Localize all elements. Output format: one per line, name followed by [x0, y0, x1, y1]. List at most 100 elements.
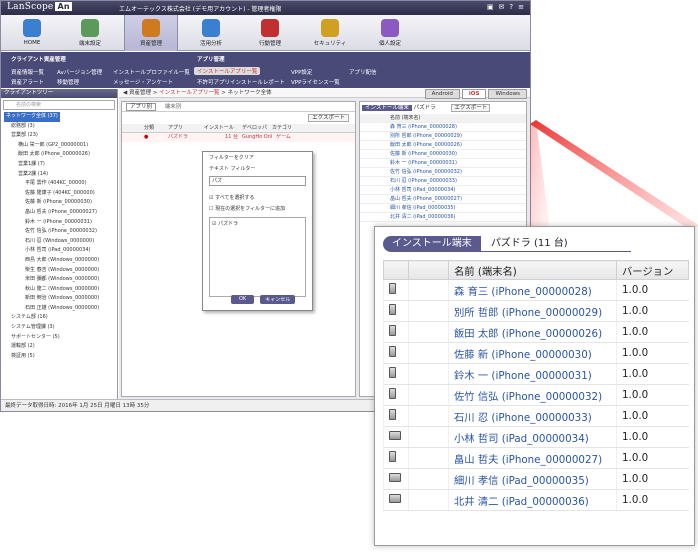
tree-node[interactable]: 営業2課 (14) — [4, 170, 117, 180]
tree-node[interactable]: 柴生 春吉 (Windows_0000000) — [4, 266, 117, 276]
device-name[interactable]: 小林 哲司 (iPad_00000034) — [448, 426, 617, 448]
menu-item[interactable]: 不許可アプリインストールレポート — [197, 78, 285, 86]
menu-item[interactable]: インストールプロファイル一覧 — [113, 68, 190, 76]
list-item[interactable]: 森 育三 (iPhone_00000028) — [360, 123, 526, 132]
table-row[interactable]: 別所 哲郎 (iPhone_00000029) 1.0.0 — [383, 300, 689, 322]
list-item[interactable]: 佐竹 信弘 (iPhone_00000032) — [360, 168, 526, 177]
list-item[interactable]: 畠山 哲夫 (iPhone_00000027) — [360, 195, 526, 204]
tree-node[interactable]: 石田 正雄 (Windows_0000000) — [4, 304, 117, 314]
device-name[interactable]: 別所 哲郎 (iPhone_00000029) — [448, 300, 617, 322]
table-row[interactable]: 佐藤 新 (iPhone_00000030) 1.0.0 — [383, 342, 689, 364]
device-name[interactable]: 佐竹 信弘 (iPhone_00000032) — [448, 384, 617, 406]
device-name[interactable]: 森 育三 (iPhone_00000028) — [448, 279, 617, 301]
menu-item[interactable]: 資産アラート — [11, 78, 44, 86]
tree-node[interactable]: ネットワーク全体 (37) — [4, 112, 117, 122]
menu-icon[interactable]: ≡ — [518, 3, 524, 11]
tree-node[interactable]: 石川 忍 (Windows_0000000) — [4, 237, 117, 247]
list-item[interactable]: 鈴木 一 (iPhone_00000031) — [360, 159, 526, 168]
cart-icon[interactable]: ▣ — [487, 3, 494, 11]
tree-node[interactable]: 平尾 雲作 (404KC_00000) — [4, 179, 117, 189]
add-to-filter-checkbox[interactable]: ☐ 現在の選択をフィルターに追加 — [203, 203, 312, 214]
device-name[interactable]: 佐藤 新 (iPhone_00000030) — [448, 342, 617, 364]
device-name[interactable]: 石川 忍 (iPhone_00000033) — [448, 405, 617, 427]
table-row[interactable]: 細川 孝信 (iPad_00000035) 1.0.0 — [383, 468, 689, 490]
clear-filter-item[interactable]: フィルターをクリア — [203, 152, 312, 163]
tree-node[interactable]: 飯田 太郎 (iPhone_00000026) — [4, 150, 117, 160]
filter-value-item[interactable]: ☑ パズドラ — [212, 221, 238, 227]
column-version[interactable]: バージョン — [616, 260, 689, 280]
tree-node[interactable]: 横山 栄一郎 (GP2_00000001) — [4, 141, 117, 151]
menu-item[interactable]: 資産情報一覧 — [11, 68, 44, 76]
tree-node[interactable]: 運輸部 (2) — [4, 342, 117, 352]
tree-node[interactable]: 佐竹 信弘 (iPhone_00000032) — [4, 227, 117, 237]
tree-node[interactable]: 営業1課 (7) — [4, 160, 117, 170]
list-item[interactable]: 別所 哲郎 (iPhone_00000029) — [360, 132, 526, 141]
select-all-checkbox[interactable]: ☑ すべてを選択する — [203, 188, 312, 203]
device-name[interactable]: 北井 清二 (iPad_00000036) — [448, 489, 617, 511]
menu-item[interactable]: VPP設定 — [291, 68, 312, 76]
list-item[interactable]: 北井 清二 (iPad_00000036) — [360, 213, 526, 222]
tree-node[interactable]: 佐藤 新 (iPhone_00000030) — [4, 198, 117, 208]
menu-item[interactable]: Avバージョン管理 — [57, 68, 102, 76]
export-button-2[interactable]: エクスポート — [451, 104, 491, 112]
tool-activity[interactable]: 行動管理 — [243, 15, 297, 51]
device-name[interactable]: 鈴木 一 (iPhone_00000031) — [448, 363, 617, 385]
table-row[interactable]: 飯田 太郎 (iPhone_00000026) 1.0.0 — [383, 321, 689, 343]
list-item[interactable]: 小林 哲司 (iPad_00000034) — [360, 186, 526, 195]
menu-item[interactable]: VPPライセンス一覧 — [291, 78, 340, 86]
menu-item-installed-apps[interactable]: インストールアプリ一覧 — [194, 67, 261, 75]
tree-node[interactable]: 秋山 隆二 (Windows_0000000) — [4, 285, 117, 295]
menu-item[interactable]: メッセージ・アンケート — [113, 78, 173, 86]
tree-node[interactable]: 小林 哲司 (iPad_00000034) — [4, 246, 117, 256]
tree-node[interactable]: システム部 (16) — [4, 313, 117, 323]
table-row[interactable]: 畠山 哲夫 (iPhone_00000027) 1.0.0 — [383, 447, 689, 469]
text-filter-item[interactable]: テキスト フィルター — [203, 163, 312, 174]
table-row[interactable]: 北井 清二 (iPad_00000036) 1.0.0 — [383, 489, 689, 511]
tree-node[interactable]: 畠山 哲夫 (iPhone_00000027) — [4, 208, 117, 218]
list-item[interactable]: 細川 孝信 (iPad_00000035) — [360, 204, 526, 213]
device-name[interactable]: 畠山 哲夫 (iPhone_00000027) — [448, 447, 617, 469]
column-name[interactable]: 名前 (端末名) — [448, 260, 617, 280]
tree-search-input[interactable]: 名前の検索 — [3, 100, 115, 110]
tab-by-app[interactable]: アプリ別 — [126, 103, 157, 111]
export-button[interactable]: エクスポート — [308, 114, 349, 122]
table-row[interactable]: 森 育三 (iPhone_00000028) 1.0.0 — [383, 279, 689, 301]
tab-installed-devices[interactable]: インストール端末 — [383, 236, 481, 252]
list-item[interactable]: 佐藤 新 (iPhone_00000030) — [360, 150, 526, 159]
ok-button[interactable]: OK — [231, 295, 255, 304]
tree-node[interactable]: 営業部 (23) — [4, 131, 117, 141]
table-row[interactable]: 小林 哲司 (iPad_00000034) 1.0.0 — [383, 426, 689, 448]
table-row[interactable]: 佐竹 信弘 (iPhone_00000032) 1.0.0 — [383, 384, 689, 406]
list-item[interactable]: 石川 忍 (iPhone_00000033) — [360, 177, 526, 186]
tree-node[interactable]: 米田 彌都 (Windows_0000000) — [4, 275, 117, 285]
tool-device-settings[interactable]: 端末設定 — [63, 15, 117, 51]
tool-security[interactable]: セキュリティ — [303, 15, 357, 51]
device-name[interactable]: 細川 孝信 (iPad_00000035) — [448, 468, 617, 490]
tab-by-device[interactable]: 端末別 — [162, 104, 185, 110]
tree-node[interactable]: 佐藤 隆康子 (404KC_000000) — [4, 189, 117, 199]
tree-node[interactable]: 総務部 (3) — [4, 122, 117, 132]
menu-item[interactable]: アプリ配信 — [349, 68, 377, 76]
tool-analytics[interactable]: 活用分析 — [184, 15, 238, 51]
table-row[interactable]: 鈴木 一 (iPhone_00000031) 1.0.0 — [383, 363, 689, 385]
table-row[interactable]: 石川 忍 (iPhone_00000033) 1.0.0 — [383, 405, 689, 427]
tree-node[interactable]: 西島 大郎 (Windows_0000000) — [4, 256, 117, 266]
mail-icon[interactable]: ✉ — [499, 3, 505, 11]
menu-item[interactable]: 移動管理 — [57, 78, 79, 86]
tool-asset-management[interactable]: 資産管理 — [124, 15, 178, 51]
tool-personal[interactable]: 個人設定 — [363, 15, 417, 51]
list-item[interactable]: 飯田 太郎 (iPhone_00000026) — [360, 141, 526, 150]
tree-node[interactable]: 新田 倒治 (Windows_0000000) — [4, 294, 117, 304]
tab-windows[interactable]: Windows — [488, 89, 527, 99]
tab-ios[interactable]: iOS — [461, 89, 487, 99]
table-row[interactable]: ● パズドラ 11 台 GungHo Online E ゲーム — [122, 133, 355, 142]
tree-node[interactable]: 検証用 (5) — [4, 352, 117, 362]
tree-node[interactable]: システム管理課 (3) — [4, 323, 117, 333]
tab-android[interactable]: Android — [424, 89, 460, 99]
help-icon[interactable]: ? — [509, 3, 513, 11]
cancel-button[interactable]: キャンセル — [260, 295, 296, 304]
tool-home[interactable]: HOME — [5, 15, 59, 51]
tree-node[interactable]: 鈴木 一 (iPhone_00000031) — [4, 218, 117, 228]
tree-node[interactable]: サポートセンター (5) — [4, 333, 117, 343]
filter-text-input[interactable]: パズ — [209, 176, 306, 186]
